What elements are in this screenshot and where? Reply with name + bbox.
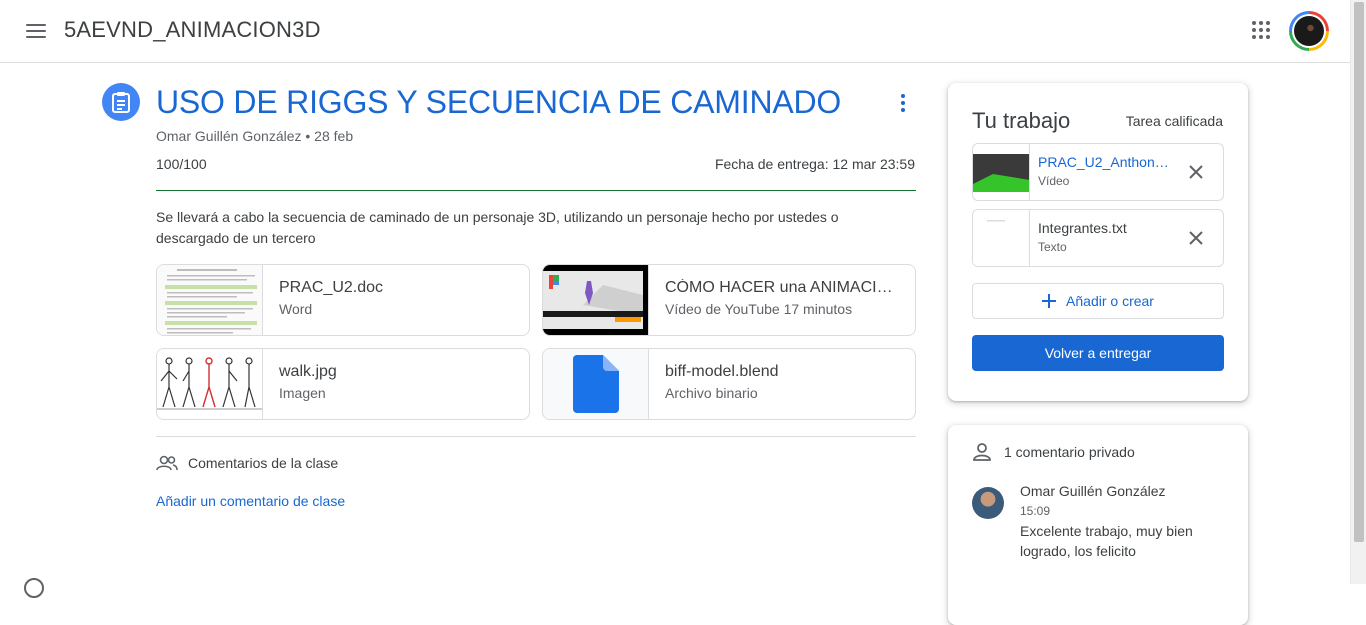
doc-thumbnail (157, 265, 263, 335)
more-options-icon[interactable] (893, 92, 913, 114)
file-name[interactable]: Integrantes.txt (1038, 220, 1170, 236)
your-work-card: Tu trabajo Tarea calificada PRAC_U2_Anth… (948, 83, 1248, 401)
comment-author: Omar Guillén González (1020, 483, 1166, 499)
file-type: Texto (1038, 240, 1067, 254)
assignment-icon (102, 83, 140, 121)
attachment-name: PRAC_U2.doc (279, 279, 384, 296)
person-icon (973, 443, 991, 461)
work-status-badge: Tarea calificada (1125, 113, 1223, 129)
top-app-bar: 5AEVND_ANIMACION3D (0, 0, 1350, 63)
file-icon (543, 349, 649, 419)
hamburger-menu-icon[interactable] (22, 17, 50, 45)
submitted-file[interactable]: Integrantes.txt Texto (972, 209, 1224, 267)
attachment-card[interactable]: PRAC_U2.doc Word (156, 264, 530, 336)
class-title[interactable]: 5AEVND_ANIMACION3D (64, 17, 321, 43)
help-icon[interactable] (24, 578, 44, 598)
account-avatar[interactable] (1289, 11, 1329, 51)
attachment-name: CÓMO HACER una ANIMACIÓN DE CAMINADO (665, 279, 895, 296)
assignment-title: USO DE RIGGS Y SECUENCIA DE CAMINADO (156, 84, 842, 120)
comment-time: 15:09 (1020, 504, 1051, 518)
attachment-card[interactable]: biff-model.blend Archivo binario (542, 348, 916, 420)
private-comments-card: 1 comentario privado Omar Guillén Gonzál… (948, 425, 1248, 625)
divider (156, 436, 916, 437)
attachment-type: Imagen (279, 385, 326, 401)
video-thumbnail (973, 144, 1030, 200)
video-thumbnail (543, 265, 649, 335)
attachment-card[interactable]: CÓMO HACER una ANIMACIÓN DE CAMINADO Víd… (542, 264, 916, 336)
attachment-name: walk.jpg (279, 363, 337, 380)
add-class-comment-link[interactable]: Añadir un comentario de clase (156, 493, 345, 509)
attachment-card[interactable]: walk.jpg Imagen (156, 348, 530, 420)
private-comments-heading: 1 comentario privado (972, 443, 1135, 461)
assignment-points: 100/100 (156, 156, 207, 172)
plus-icon (1042, 294, 1057, 308)
page-scrollbar[interactable] (1350, 0, 1366, 584)
add-or-create-button[interactable]: Añadir o crear (972, 283, 1224, 319)
add-or-create-label: Añadir o crear (1066, 293, 1154, 309)
divider (156, 190, 916, 191)
avatar (972, 487, 1004, 519)
private-comments-count: 1 comentario privado (1004, 444, 1135, 460)
assignment-byline: Omar Guillén González • 28 feb (156, 128, 354, 144)
your-work-title: Tu trabajo (972, 108, 1071, 133)
attachment-name: biff-model.blend (665, 363, 779, 380)
file-name[interactable]: PRAC_U2_Anthoni… (1038, 154, 1170, 170)
scrollbar-thumb[interactable] (1354, 2, 1364, 542)
attachment-type: Archivo binario (665, 385, 758, 401)
comment-text: Excelente trabajo, muy bien logrado, los… (1020, 523, 1193, 559)
attachment-type: Word (279, 301, 313, 317)
close-icon[interactable] (1187, 163, 1205, 181)
class-comments-heading: Comentarios de la clase (156, 455, 338, 471)
file-type: Vídeo (1038, 174, 1070, 188)
assignment-description: Se llevará a cabo la secuencia de camina… (156, 209, 839, 246)
submitted-file[interactable]: PRAC_U2_Anthoni… Vídeo (972, 143, 1224, 201)
image-thumbnail (157, 349, 263, 419)
attachment-type: Vídeo de YouTube 17 minutos (665, 301, 853, 317)
google-apps-icon[interactable] (1251, 20, 1271, 40)
class-comments-label: Comentarios de la clase (188, 455, 339, 471)
text-thumbnail (973, 210, 1030, 266)
close-icon[interactable] (1187, 229, 1205, 247)
people-icon (156, 455, 178, 471)
assignment-due-date: Fecha de entrega: 12 mar 23:59 (714, 156, 915, 172)
resubmit-button[interactable]: Volver a entregar (972, 335, 1224, 371)
